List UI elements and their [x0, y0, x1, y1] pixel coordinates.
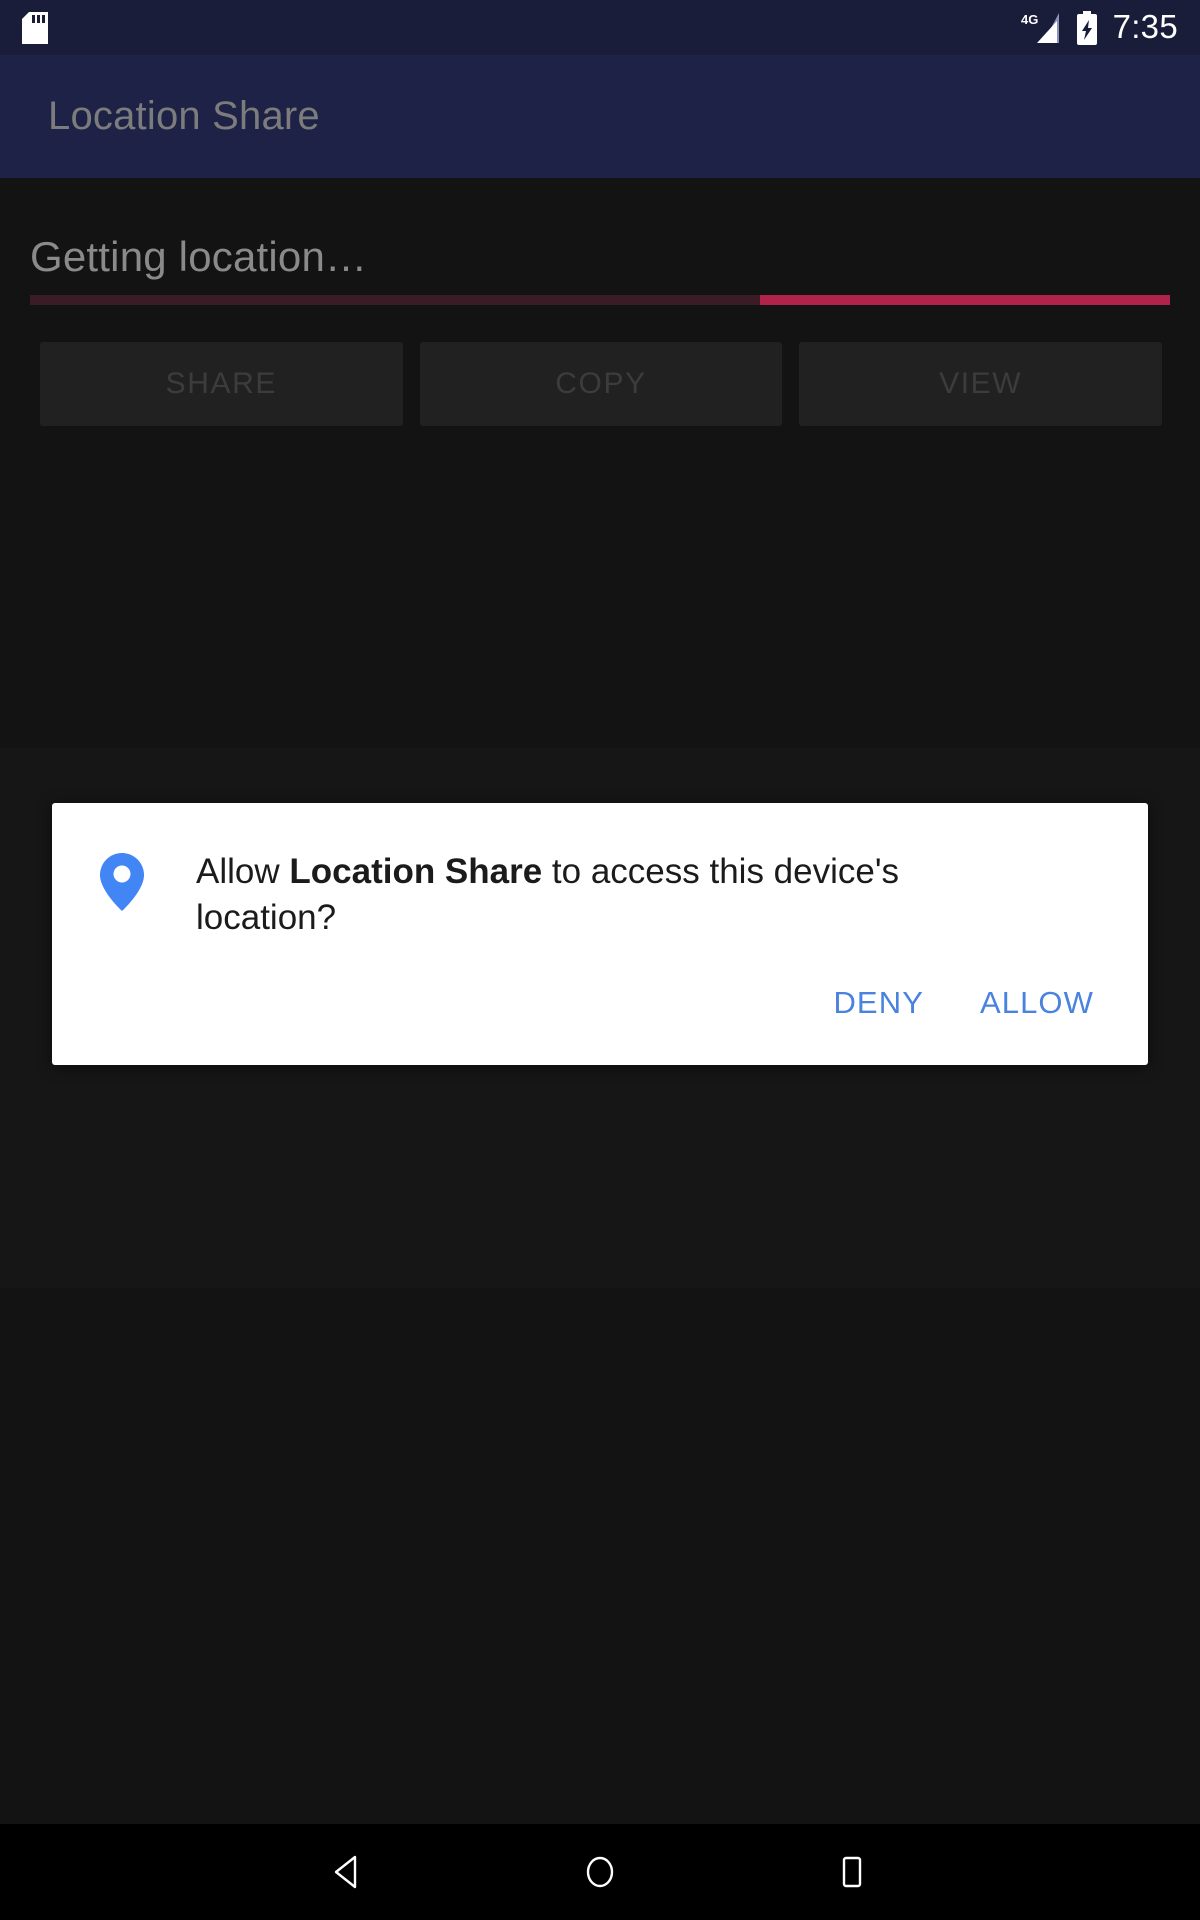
status-bar-left — [22, 11, 48, 44]
allow-button[interactable]: ALLOW — [964, 977, 1110, 1029]
status-bar: 4G 7:35 — [0, 0, 1200, 55]
home-circle-icon[interactable] — [570, 1842, 630, 1902]
share-button[interactable]: SHARE — [40, 342, 403, 426]
deny-button[interactable]: DENY — [817, 977, 940, 1029]
action-button-row: SHARE COPY VIEW — [40, 342, 1163, 426]
location-status-text: Getting location… — [30, 233, 368, 280]
view-button[interactable]: VIEW — [799, 342, 1163, 426]
back-triangle-icon[interactable] — [318, 1842, 378, 1902]
location-progress-bar — [30, 295, 1170, 305]
status-bar-clock: 7:35 — [1112, 8, 1178, 45]
dialog-body: Allow Location Share to access this devi… — [52, 803, 1148, 941]
signal-bars-icon: 4G — [1021, 11, 1061, 45]
recents-square-icon[interactable] — [822, 1842, 882, 1902]
progress-bar-fill — [759, 295, 1170, 305]
sd-card-icon — [22, 11, 48, 44]
location-pin-icon — [100, 853, 144, 911]
battery-charging-icon — [1075, 10, 1099, 45]
dialog-message: Allow Location Share to access this devi… — [196, 849, 1036, 941]
app-title: Location Share — [48, 94, 320, 138]
svg-text:4G: 4G — [1021, 12, 1038, 27]
dialog-action-row: DENY ALLOW — [817, 977, 1110, 1029]
dialog-message-prefix: Allow — [196, 852, 290, 891]
navigation-bar — [0, 1824, 1200, 1920]
copy-button[interactable]: COPY — [419, 342, 783, 426]
app-bar: Location Share — [0, 55, 1200, 178]
status-bar-right: 4G 7:35 — [1021, 10, 1178, 45]
permission-dialog: Allow Location Share to access this devi… — [52, 803, 1148, 1065]
android-screen: 4G 7:35 Location Share Getting location… — [0, 0, 1200, 1920]
dialog-message-app-name: Location Share — [289, 852, 543, 891]
